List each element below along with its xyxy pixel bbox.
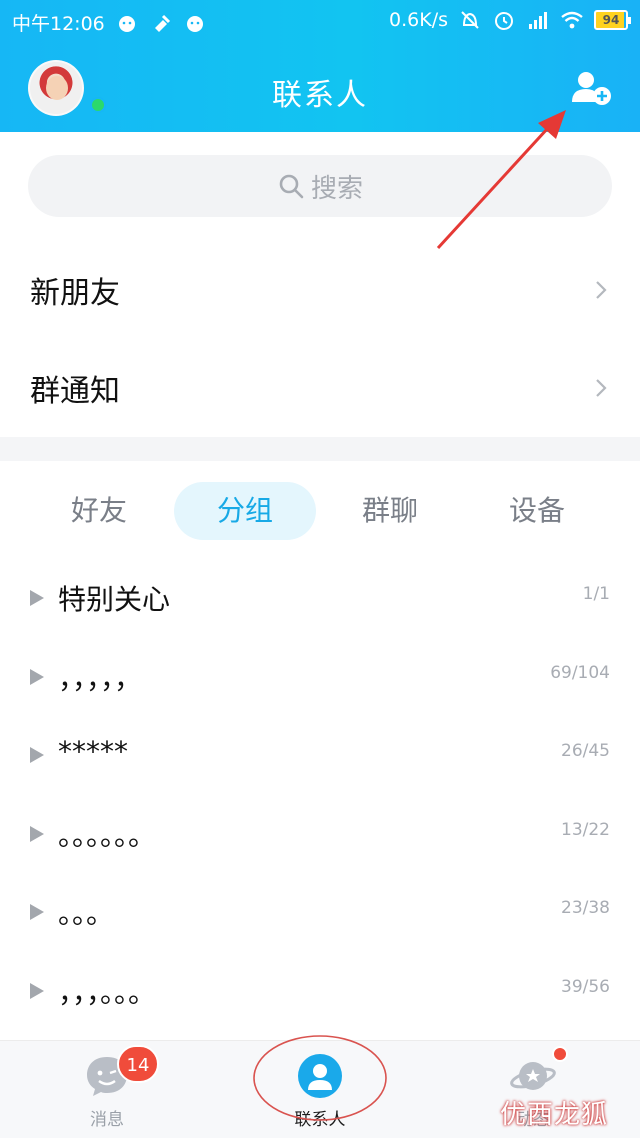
expand-triangle-icon bbox=[30, 590, 44, 606]
row-label: 群通知 bbox=[30, 374, 120, 409]
group-row[interactable]: 。。。 23/38 bbox=[0, 882, 640, 942]
nav-label: 消息 bbox=[90, 1110, 124, 1130]
contact-tabs: 好友 分组 群聊 设备 bbox=[0, 482, 640, 540]
nav-messages[interactable]: 消息 bbox=[27, 1041, 187, 1138]
group-name: 。。。 bbox=[58, 897, 115, 930]
battery-icon: 94 bbox=[594, 10, 631, 30]
group-row[interactable]: 。。。。。。 13/22 bbox=[0, 804, 640, 864]
add-contact-icon[interactable] bbox=[572, 70, 612, 106]
section-divider bbox=[0, 437, 640, 461]
expand-triangle-icon bbox=[30, 904, 44, 920]
new-activity-dot bbox=[552, 1046, 568, 1062]
group-row[interactable]: 特别关心 1/1 bbox=[0, 568, 640, 628]
group-name: ，，，。。。 bbox=[58, 976, 157, 1009]
expand-triangle-icon bbox=[30, 669, 44, 685]
baby-face-icon bbox=[186, 15, 203, 32]
expand-triangle-icon bbox=[30, 983, 44, 999]
group-row[interactable]: ，，，。。。 39/56 bbox=[0, 961, 640, 1021]
chevron-right-icon bbox=[596, 281, 607, 299]
contacts-icon bbox=[298, 1054, 342, 1098]
page-title: 联系人 bbox=[272, 78, 368, 113]
planet-icon bbox=[510, 1062, 556, 1090]
group-notifications-row[interactable]: 群通知 bbox=[0, 339, 640, 437]
search-input[interactable]: 搜索 bbox=[28, 155, 612, 217]
wifi-icon bbox=[561, 11, 583, 29]
group-name: ，，，，， bbox=[58, 662, 143, 695]
group-count: 39/56 bbox=[561, 977, 610, 997]
header-bar: 中午12:06 0.6K/s 94 联系人 bbox=[0, 0, 640, 132]
network-speed: 0.6K/s bbox=[389, 9, 448, 31]
status-bar: 中午12:06 0.6K/s 94 bbox=[0, 0, 640, 42]
battery-level: 94 bbox=[602, 13, 620, 27]
nav-contacts[interactable]: 联系人 bbox=[240, 1041, 400, 1138]
tab-groups[interactable]: 分组 bbox=[174, 482, 316, 540]
nav-label: 联系人 bbox=[294, 1110, 346, 1130]
group-count: 1/1 bbox=[582, 584, 610, 604]
search-placeholder: 搜索 bbox=[310, 173, 363, 204]
group-count: 23/38 bbox=[561, 898, 610, 918]
group-row[interactable]: ***** 26/45 bbox=[0, 725, 640, 785]
alarm-icon bbox=[495, 12, 513, 30]
signal-icon bbox=[529, 12, 547, 29]
tab-devices[interactable]: 设备 bbox=[466, 482, 608, 540]
group-count: 69/104 bbox=[550, 663, 610, 683]
expand-triangle-icon bbox=[30, 747, 44, 763]
group-name: ***** bbox=[58, 735, 128, 768]
expand-triangle-icon bbox=[30, 826, 44, 842]
mute-bell-icon bbox=[461, 11, 479, 29]
baby-face-icon bbox=[118, 15, 135, 32]
group-row[interactable]: ，，，，， 69/104 bbox=[0, 647, 640, 707]
group-count: 13/22 bbox=[561, 820, 610, 840]
row-label: 新朋友 bbox=[30, 276, 120, 311]
group-name: 特别关心 bbox=[58, 583, 171, 616]
tab-group-chats[interactable]: 群聊 bbox=[319, 482, 461, 540]
unread-badge: 14 bbox=[117, 1045, 159, 1083]
watermark-text: 优西龙狐 bbox=[500, 1100, 609, 1130]
chevron-right-icon bbox=[596, 379, 607, 397]
status-time: 中午12:06 bbox=[12, 13, 105, 35]
tab-friends[interactable]: 好友 bbox=[28, 482, 170, 540]
group-count: 26/45 bbox=[561, 741, 610, 761]
search-icon bbox=[279, 174, 304, 199]
new-friends-row[interactable]: 新朋友 bbox=[0, 241, 640, 339]
pin-icon bbox=[154, 14, 170, 32]
group-name: 。。。。。。 bbox=[58, 819, 157, 852]
